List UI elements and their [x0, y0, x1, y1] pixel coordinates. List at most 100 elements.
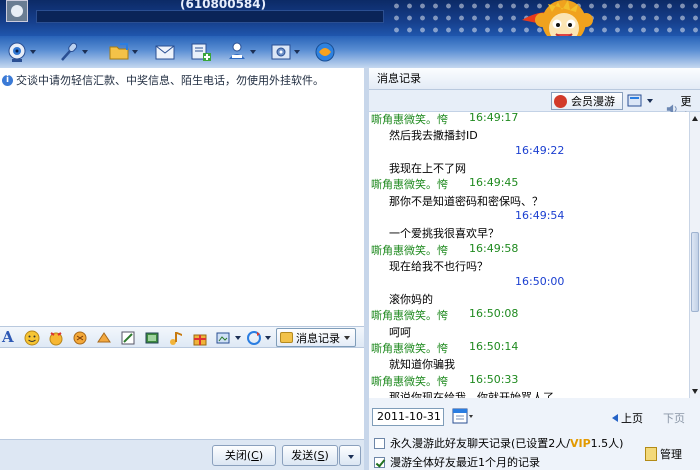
send-file-button[interactable]	[108, 40, 138, 64]
history-peer-header: 嘶角惠微笑。恗 16:50:08	[369, 307, 689, 323]
calendar-icon[interactable]	[451, 407, 475, 427]
refresh-icon[interactable]	[246, 330, 262, 346]
monkey-mascot-icon	[522, 0, 593, 36]
add-contact-button[interactable]	[190, 40, 212, 64]
message-text: 滚你妈的	[389, 292, 433, 306]
image-icon[interactable]	[144, 330, 160, 346]
history-message-text: 我现在上不了网	[369, 160, 689, 176]
permanent-roaming-option[interactable]: 永久漫游此好友聊天记录(已设置2人/ VIP 1.5人)	[374, 435, 623, 451]
message-history-panel: 消息记录 会员漫游 更多 嘶角惠微笑。恗 16:49:17 然后我去撒播封ID 16:…	[369, 68, 700, 470]
message-text: 一个爱挑我很喜欢早？	[389, 227, 499, 241]
emoticon-icon[interactable]	[24, 330, 40, 346]
settings-icon	[271, 44, 291, 60]
qq-number: (610800584)	[180, 0, 267, 11]
peer-name: 嘶角惠微笑。恗	[371, 243, 448, 257]
message-time: 16:50:14	[469, 339, 519, 353]
history-self-header: 16:50:00	[369, 275, 689, 291]
history-message-text: 现在给我不也行吗？	[369, 258, 689, 274]
message-input[interactable]	[0, 349, 364, 439]
next-page-button[interactable]: 下页	[663, 410, 685, 426]
message-time: 16:49:58	[469, 241, 519, 255]
scroll-thumb[interactable]	[691, 232, 699, 312]
message-text: 现在给我不也行吗？	[389, 260, 488, 274]
message-record-button[interactable]: 消息记录	[276, 328, 356, 347]
message-text: 那你不是知道密码和密保吗、？	[389, 194, 543, 208]
close-button[interactable]: 关闭(C)	[212, 445, 276, 466]
gift-icon[interactable]	[192, 330, 208, 346]
music-icon[interactable]	[168, 330, 184, 346]
history-message-text: 那你不是知道密码和密保吗、？	[369, 193, 689, 209]
date-field[interactable]: 2011-10-31	[372, 408, 444, 426]
peer-name: 嘶角惠微笑。恗	[371, 309, 448, 323]
app-icon	[315, 42, 335, 62]
window-header: (610800584)	[0, 0, 700, 36]
history-peer-header: 嘶角惠微笑。恗 16:49:58	[369, 242, 689, 258]
peer-name: 嘶角惠微笑。恗	[371, 113, 448, 126]
history-message-text: 那说你现在给我，你就开始骂人了	[369, 389, 689, 398]
settings-button[interactable]	[270, 40, 300, 64]
peer-name: 嘶角惠微笑。恗	[371, 178, 448, 192]
manage-button[interactable]: 管理	[645, 446, 682, 462]
history-scrollbar[interactable]	[689, 112, 700, 398]
permanent-roaming-text: 永久漫游此好友聊天记录(已设置2人/	[390, 437, 570, 450]
mail-icon	[155, 45, 175, 60]
history-peer-header: 嘶角惠微笑。恗 16:49:17	[369, 112, 689, 127]
peer-name: 嘶角惠微笑。恗	[371, 374, 448, 388]
webcam-button[interactable]	[6, 40, 36, 64]
screen-capture-icon[interactable]	[216, 330, 232, 346]
history-message-text: 就知道你骗我	[369, 356, 689, 372]
vip-roaming-button[interactable]: 会员漫游	[551, 92, 623, 110]
message-time: 16:49:54	[515, 209, 565, 223]
display-mode-icon[interactable]	[627, 93, 643, 109]
avatar[interactable]	[6, 0, 28, 22]
group-icon	[229, 42, 245, 59]
magic-emoticon-icon[interactable]	[48, 330, 64, 346]
recent-roaming-text: 漫游全体好友最近1个月的记录	[390, 456, 540, 469]
safety-notice: i 交谈中请勿轻信汇款、中奖信息、陌生电话，勿使用外挂软件。	[2, 72, 324, 88]
vip-badge: VIP	[570, 436, 591, 450]
history-self-header: 16:49:54	[369, 209, 689, 225]
prev-page-button[interactable]: 上页	[612, 410, 643, 426]
app-button[interactable]	[314, 40, 336, 64]
message-text: 然后我去撒播封ID	[389, 129, 478, 143]
prev-arrow-icon	[612, 414, 618, 422]
folder-icon	[109, 43, 129, 60]
scroll-up-icon[interactable]	[692, 116, 698, 121]
permanent-roaming-checkbox[interactable]	[374, 437, 385, 449]
scroll-down-icon[interactable]	[692, 389, 698, 394]
info-icon: i	[2, 74, 13, 86]
group-button[interactable]	[226, 40, 256, 64]
history-message-text: 然后我去撒播封ID	[369, 127, 689, 143]
mail-button[interactable]	[154, 40, 176, 64]
recent-roaming-option[interactable]: 漫游全体好友最近1个月的记录	[374, 454, 540, 470]
message-time: 16:49:22	[515, 143, 565, 157]
history-message-text: 滚你妈的	[369, 291, 689, 307]
webcam-icon	[8, 42, 26, 62]
message-time: 16:49:45	[469, 176, 519, 190]
screenshot-icon[interactable]	[120, 330, 136, 346]
voice-message-icon[interactable]	[96, 330, 112, 346]
permanent-roaming-tail: 1.5人)	[590, 437, 624, 450]
font-icon[interactable]: A	[2, 328, 14, 346]
message-text: 我现在上不了网	[389, 162, 466, 176]
history-peer-header: 嘶角惠微笑。恗 16:49:45	[369, 176, 689, 192]
add-contact-icon	[191, 43, 211, 61]
send-options-dropdown[interactable]	[339, 445, 361, 466]
prev-page-label: 上页	[621, 412, 643, 425]
microphone-button[interactable]	[58, 40, 88, 64]
signature-bar[interactable]	[36, 10, 384, 23]
history-self-header: 16:49:22	[369, 144, 689, 160]
microphone-icon	[61, 42, 78, 61]
history-message-text: 呵呵	[369, 324, 689, 340]
message-record-icon	[280, 332, 293, 343]
message-record-label: 消息记录	[296, 331, 340, 345]
history-peer-header: 嘶角惠微笑。恗 16:50:33	[369, 373, 689, 389]
history-list: 嘶角惠微笑。恗 16:49:17 然后我去撒播封ID 16:49:22 我现在上不了网嘶…	[369, 112, 689, 398]
chat-pane: i 交谈中请勿轻信汇款、中奖信息、陌生电话，勿使用外挂软件。 A 消息记录 关闭…	[0, 68, 364, 470]
send-button[interactable]: 发送(S)	[282, 445, 338, 466]
message-text: 就知道你骗我	[389, 358, 455, 372]
vip-roaming-label: 会员漫游	[571, 95, 615, 108]
recent-roaming-checkbox[interactable]	[374, 456, 385, 468]
shake-icon[interactable]	[72, 330, 88, 346]
message-text: 呵呵	[389, 325, 411, 339]
